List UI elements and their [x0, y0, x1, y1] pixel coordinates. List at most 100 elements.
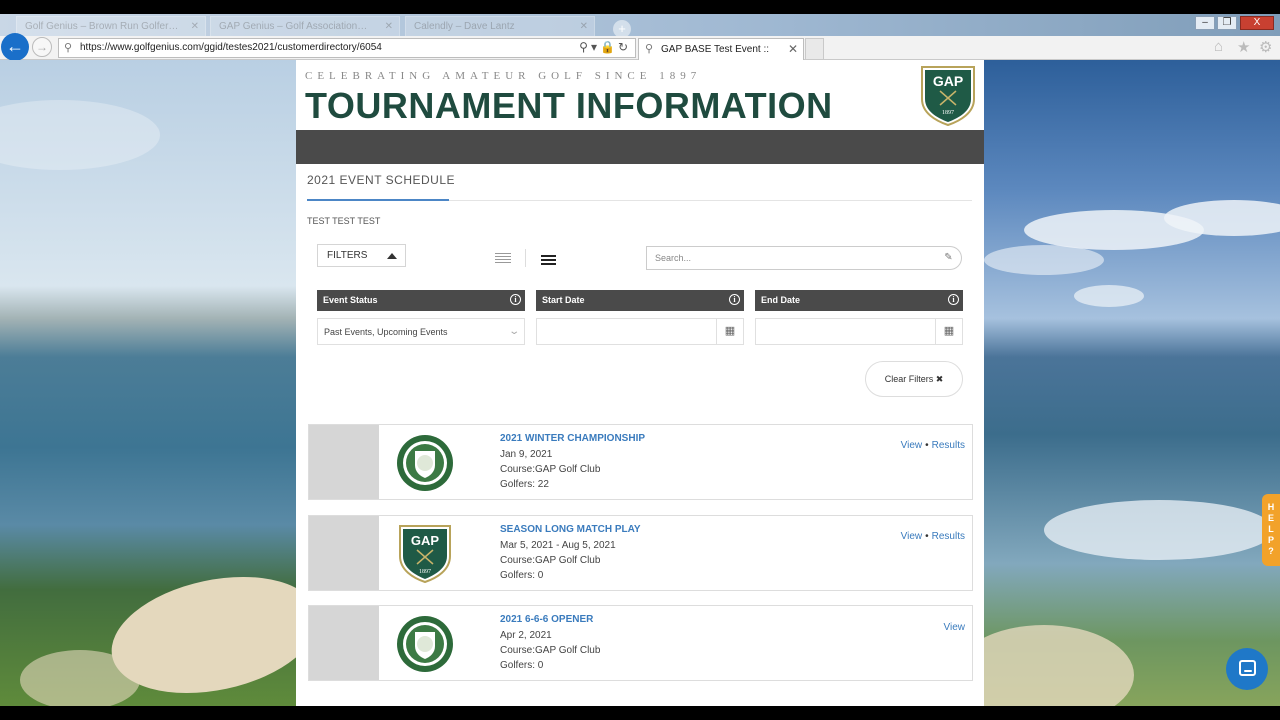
event-image-placeholder [309, 516, 379, 590]
restore-button[interactable]: ❐ [1217, 16, 1237, 30]
close-tab-icon[interactable]: ✕ [191, 21, 199, 32]
event-date: Mar 5, 2021 - Aug 5, 2021 [500, 540, 616, 551]
eraser-icon[interactable]: ✎ [936, 246, 962, 270]
schedule-tab[interactable]: 2021 EVENT SCHEDULE [307, 173, 455, 187]
view-link[interactable]: View [901, 531, 923, 542]
nav-band [296, 130, 984, 164]
cloud [984, 245, 1104, 275]
event-status-select[interactable]: Past Events, Upcoming Events ⌄ [317, 318, 525, 345]
info-icon[interactable]: i [948, 294, 959, 305]
address-tools[interactable]: ⚲▾🔒↻ [579, 40, 631, 54]
event-card: 2021 WINTER CHAMPIONSHIP Jan 9, 2021 Cou… [308, 424, 973, 500]
event-golfers: Golfers: 0 [500, 660, 544, 671]
association-seal-logo [397, 435, 453, 491]
clear-filters-button[interactable]: Clear Filters ✖ [865, 361, 963, 397]
start-date-field[interactable]: ▦ [536, 318, 744, 345]
search-icon[interactable]: ⚲ [579, 40, 591, 54]
minimize-button[interactable]: – [1195, 16, 1215, 30]
chevron-down-icon: ⌄ [507, 326, 520, 337]
event-course: Course:GAP Golf Club [500, 464, 601, 475]
logo-year: 1897 [419, 569, 431, 575]
site-pin-icon: ⚲ [64, 42, 73, 54]
filter-label: Start Date [542, 295, 585, 305]
filters-label: FILTERS [327, 250, 368, 261]
link-separator: • [925, 440, 929, 451]
event-name-link[interactable]: 2021 WINTER CHAMPIONSHIP [500, 433, 645, 444]
event-date: Apr 2, 2021 [500, 630, 552, 641]
background-tab[interactable]: GAP Genius – Golf Association… ✕ [210, 16, 400, 38]
event-links: View • Results [901, 531, 965, 542]
active-tab-title: GAP BASE Test Event :: [661, 44, 770, 55]
close-tab-icon[interactable]: ✕ [788, 42, 798, 56]
new-tab-slot[interactable] [805, 38, 824, 60]
info-icon[interactable]: i [510, 294, 521, 305]
filter-label: Event Status [323, 295, 378, 305]
event-status-header: Event Status i [317, 290, 525, 311]
chat-button[interactable] [1226, 648, 1268, 690]
results-link[interactable]: Results [932, 440, 965, 451]
filter-label: End Date [761, 295, 801, 305]
gap-logo[interactable]: GAP 1897 [920, 65, 976, 127]
sand-bunker [20, 650, 140, 706]
event-date: Jan 9, 2021 [500, 449, 553, 460]
close-tab-icon[interactable]: ✕ [580, 21, 588, 32]
view-link[interactable]: View [944, 622, 966, 633]
view-divider [525, 249, 526, 267]
tab-label: Golf Genius – Brown Run Golfer… [25, 21, 179, 32]
end-date-header: End Date i [755, 290, 963, 311]
dropdown-icon[interactable]: ▾ [591, 40, 600, 54]
list-view-icon[interactable] [495, 253, 511, 265]
tab-label: Calendly – Dave Lantz [414, 21, 515, 32]
forward-arrow-icon[interactable]: → [32, 37, 52, 57]
background-scenery-left [0, 60, 296, 706]
compact-view-icon[interactable] [541, 255, 556, 267]
info-icon[interactable]: i [729, 294, 740, 305]
sand-bunker [984, 625, 1134, 706]
event-card: 2021 6-6-6 OPENER Apr 2, 2021 Course:GAP… [308, 605, 973, 681]
event-image-placeholder [309, 425, 379, 499]
settings-gear-icon[interactable]: ⚙ [1259, 38, 1272, 58]
gap-shield-logo: GAP 1897 [399, 525, 451, 584]
event-golfers: Golfers: 22 [500, 479, 549, 490]
surf-foam [1044, 500, 1274, 560]
home-icon[interactable]: ⌂ [1214, 38, 1223, 58]
search-box[interactable] [646, 246, 938, 270]
screen-top-border [0, 0, 1280, 14]
help-tab[interactable]: H E L P ? [1262, 494, 1280, 566]
help-letter: P [1267, 535, 1274, 545]
logo-year: 1897 [942, 110, 954, 116]
active-tab[interactable]: ⚲ GAP BASE Test Event :: ✕ [638, 38, 804, 60]
event-card: GAP 1897 SEASON LONG MATCH PLAY Mar 5, 2… [308, 515, 973, 591]
filters-toggle-button[interactable]: FILTERS [317, 244, 406, 267]
background-scenery-right [984, 60, 1280, 706]
schedule-subtitle: TEST TEST TEST [307, 216, 381, 226]
end-date-field[interactable]: ▦ [755, 318, 963, 345]
lock-icon[interactable]: 🔒 [600, 40, 618, 54]
search-input[interactable] [647, 247, 937, 269]
page-title: TOURNAMENT INFORMATION [305, 85, 833, 126]
cloud [0, 100, 160, 170]
address-bar[interactable]: ⚲ https://www.golfgenius.com/ggid/testes… [58, 38, 636, 58]
link-separator: • [925, 531, 929, 542]
calendar-icon[interactable]: ▦ [716, 319, 743, 344]
active-tab-underline [307, 199, 449, 201]
event-name-link[interactable]: 2021 6-6-6 OPENER [500, 614, 593, 625]
view-link[interactable]: View [901, 440, 923, 451]
close-tab-icon[interactable]: ✕ [385, 21, 393, 32]
calendar-icon[interactable]: ▦ [935, 319, 962, 344]
background-tab[interactable]: Golf Genius – Brown Run Golfer… ✕ [16, 16, 206, 38]
close-window-button[interactable]: X [1240, 16, 1274, 30]
refresh-icon[interactable]: ↻ [618, 40, 631, 54]
url-text[interactable]: https://www.golfgenius.com/ggid/testes20… [80, 42, 382, 53]
favorites-star-icon[interactable]: ★ [1237, 38, 1250, 58]
event-links: View • Results [901, 440, 965, 451]
header-tagline: CELEBRATING AMATEUR GOLF SINCE 1897 [305, 70, 702, 82]
results-link[interactable]: Results [932, 531, 965, 542]
back-arrow-icon[interactable]: ← [1, 33, 29, 61]
event-name-link[interactable]: SEASON LONG MATCH PLAY [500, 524, 641, 535]
cloud [1074, 285, 1144, 307]
start-date-header: Start Date i [536, 290, 744, 311]
tab-label: GAP Genius – Golf Association… [219, 21, 368, 32]
screen-bottom-border [0, 706, 1280, 720]
background-tab[interactable]: Calendly – Dave Lantz ✕ [405, 16, 595, 38]
